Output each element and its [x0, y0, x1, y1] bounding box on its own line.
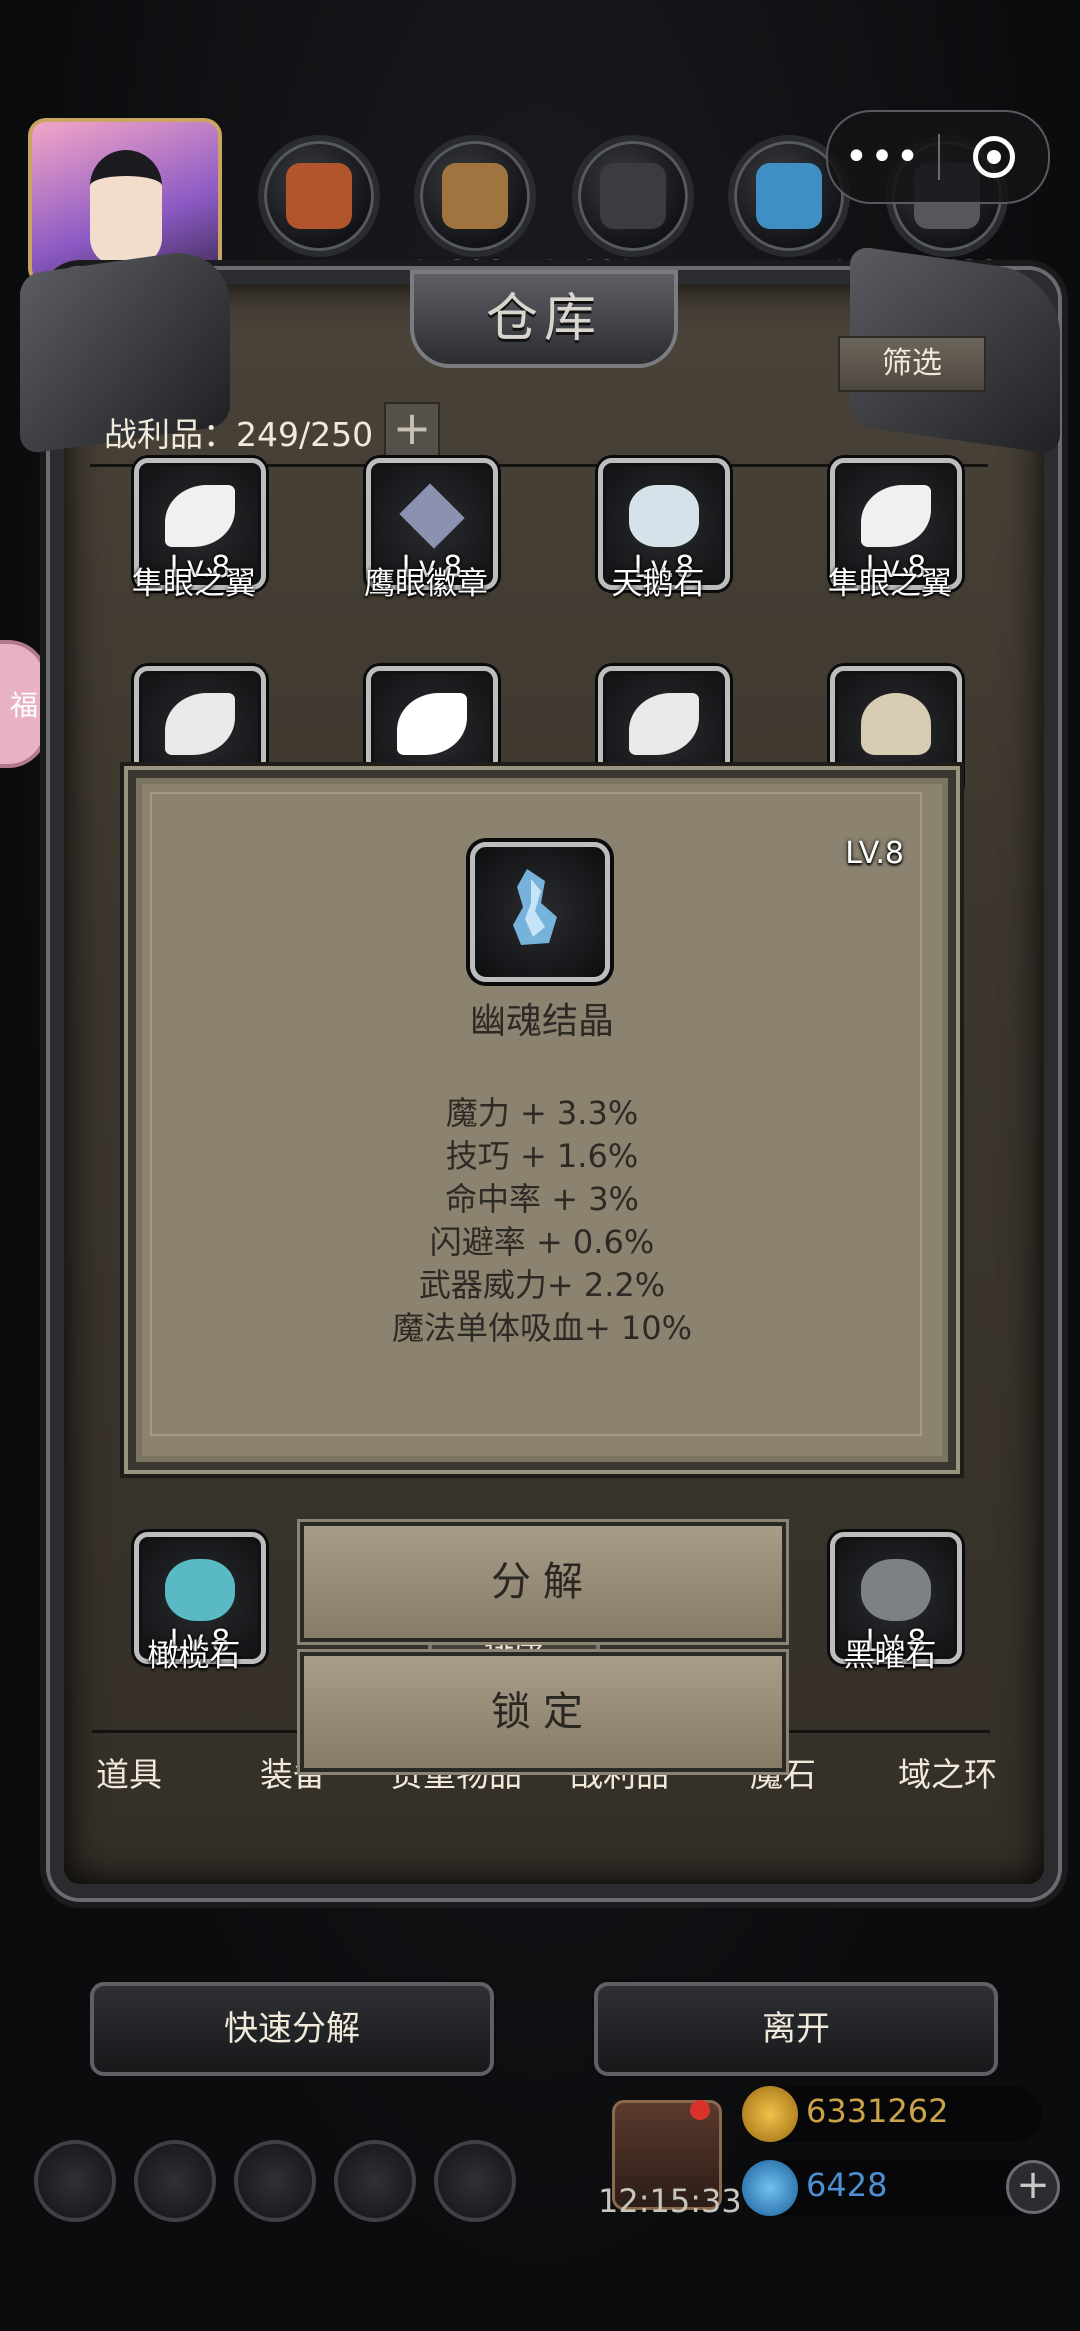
gold-counter: 6331262 [742, 2086, 1042, 2142]
item-name: 隼眼之翼 [132, 566, 256, 602]
leave-button[interactable]: 离开 [594, 1982, 998, 2076]
resource-orb-meat[interactable] [258, 135, 380, 257]
panel-title: 仓库 [485, 289, 602, 349]
add-currency-button[interactable]: + [1006, 2160, 1060, 2214]
stone-icon [629, 485, 699, 547]
stat-line: 武器威力+ 2.2% [418, 1266, 666, 1304]
tab-props[interactable]: 道具 [96, 1748, 162, 1796]
popup-item-level: LV.8 [845, 836, 904, 871]
gem-icon [861, 1559, 931, 1621]
gift-timer: 12:15:33 [598, 2182, 742, 2220]
wood-icon [442, 163, 508, 229]
item-name: 隼眼之翼 [828, 566, 952, 602]
stat-line: 闪避率 + 0.6% [429, 1223, 655, 1261]
decompose-button[interactable]: 分解 [300, 1522, 786, 1642]
target-icon [973, 136, 1015, 178]
tab-domain-ring[interactable]: 域之环 [898, 1748, 997, 1796]
stat-line: 魔力 + 3.3% [445, 1094, 639, 1132]
popup-item-name: 幽魂结晶 [469, 1001, 614, 1042]
feather-icon [397, 693, 467, 755]
stat-line: 命中率 + 3% [445, 1180, 639, 1218]
expand-capacity-button[interactable]: + [384, 402, 440, 458]
fur-icon [861, 693, 931, 755]
gem-icon [165, 1559, 235, 1621]
crystal-icon [756, 163, 822, 229]
feather-icon [629, 693, 699, 755]
guild-icon[interactable] [234, 2140, 316, 2222]
stat-line: 技巧 + 1.6% [445, 1137, 639, 1175]
item-name: 鹰眼徽章 [364, 566, 488, 602]
shop-icon[interactable] [434, 2140, 516, 2222]
iron-icon [600, 163, 666, 229]
item-detail-popup: LV.8 幽魂结晶 魔力 + 3.3% 技巧 + 1.6% 命中率 + 3% 闪… [128, 770, 956, 1470]
ellipsis-icon[interactable]: ••• [828, 134, 938, 180]
crystal-icon [513, 869, 557, 945]
diamond-counter: 6428 [742, 2160, 1042, 2216]
stat-line: 魔法单体吸血+ 10% [391, 1309, 693, 1347]
loot-count: 战利品：249/250 [104, 415, 374, 454]
item-name: 天鹅石 [611, 566, 705, 602]
feather-icon [165, 485, 235, 547]
filter-button[interactable]: 筛选 [838, 336, 986, 392]
resource-orb-iron[interactable] [572, 135, 694, 257]
close-capsule-button[interactable] [940, 136, 1048, 178]
feather-icon [861, 485, 931, 547]
diamond-icon [742, 2160, 798, 2216]
item-name: 黑曜石 [843, 1638, 937, 1674]
mini-program-capsule: ••• [826, 110, 1050, 204]
lock-button[interactable]: 锁定 [300, 1652, 786, 1772]
settings-icon[interactable] [34, 2140, 116, 2222]
popup-item-icon [470, 842, 610, 982]
mail-icon[interactable] [334, 2140, 416, 2222]
avatar-face [90, 150, 162, 266]
achievement-icon[interactable] [134, 2140, 216, 2222]
quick-decompose-button[interactable]: 快速分解 [90, 1982, 494, 2076]
resource-orb-wood[interactable] [414, 135, 536, 257]
feather-icon [165, 693, 235, 755]
gold-value: 6331262 [806, 2092, 949, 2130]
item-name: 橄榄石 [147, 1638, 241, 1674]
badge-icon [399, 483, 465, 549]
meat-icon [286, 163, 352, 229]
gold-coin-icon [742, 2086, 798, 2142]
title-plate: 仓库 [410, 270, 678, 368]
notification-dot [690, 2100, 710, 2120]
diamond-value: 6428 [806, 2166, 888, 2204]
popup-stats: 魔力 + 3.3% 技巧 + 1.6% 命中率 + 3% 闪避率 + 0.6% … [128, 1092, 956, 1350]
